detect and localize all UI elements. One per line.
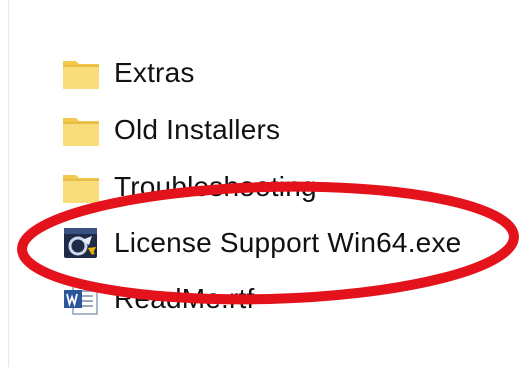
file-name: Troubleshooting (114, 171, 317, 202)
application-exe-icon (64, 228, 97, 258)
word-document-icon (64, 283, 98, 315)
file-item-license-support-exe[interactable]: License Support Win64.exe (60, 219, 461, 267)
file-name: ReadMe.rtf (114, 283, 255, 314)
folder-icon (63, 61, 99, 89)
file-list: Extras Old Installers Troubleshooting Li… (0, 0, 532, 367)
file-item-troubleshooting[interactable]: Troubleshooting (60, 163, 317, 211)
file-name: Extras (114, 57, 195, 88)
file-item-extras[interactable]: Extras (60, 49, 195, 97)
folder-icon (63, 118, 99, 146)
file-item-old-installers[interactable]: Old Installers (60, 106, 280, 154)
file-name: Old Installers (114, 114, 281, 145)
file-item-readme[interactable]: ReadMe.rtf (60, 275, 255, 323)
file-name: License Support Win64.exe (114, 227, 462, 258)
folder-icon (63, 175, 99, 203)
